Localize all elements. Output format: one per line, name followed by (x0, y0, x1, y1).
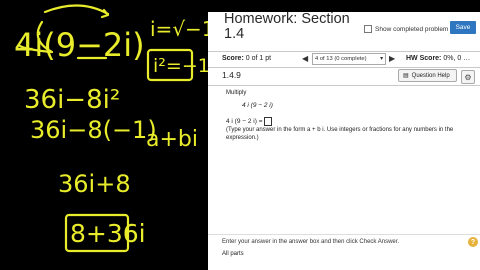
work-line-2: 36i−8i² (24, 85, 120, 115)
save-button[interactable]: Save (450, 21, 476, 34)
document-icon: ▤ (403, 73, 409, 79)
problem-expression: 4 i (9 − 2 i) (242, 102, 273, 109)
score: Score: 0 of 1 pt (222, 55, 271, 62)
next-question-icon[interactable]: ▶ (389, 54, 397, 64)
footer: Enter your answer in the answer box and … (208, 234, 480, 248)
hw-score-value: 0%, 0 … (443, 55, 471, 62)
hw-score: HW Score: 0%, 0 … (406, 55, 470, 62)
chevron-down-icon: ▾ (380, 56, 383, 62)
question-selector[interactable]: 4 of 13 (0 complete) ▾ (312, 53, 386, 65)
note-standard-form: a+bi (146, 127, 198, 152)
note-i-definition: i=√−1 (150, 17, 208, 41)
distribution-arc (43, 4, 110, 16)
gear-icon[interactable]: ⚙ (461, 70, 475, 84)
question-selector-value: 4 of 13 (0 complete) (315, 56, 367, 62)
homework-panel: Homework: Section 1.4 Show completed pro… (208, 12, 480, 270)
work-line-4: 36i+8 (58, 170, 131, 198)
question-help-button[interactable]: ▤ Question Help (398, 69, 457, 82)
previous-question-icon[interactable]: ◀ (302, 54, 310, 64)
checkbox-icon[interactable] (364, 25, 372, 33)
answer-prefix: 4 i (9 − 2 i) = (226, 118, 263, 125)
answer-format-instructions: (Type your answer in the form a + b i. U… (226, 127, 454, 141)
footer-instruction: Enter your answer in the answer box and … (222, 239, 400, 245)
note-i-squared: i²=−1 (153, 55, 208, 77)
help-icon[interactable]: ? (468, 237, 478, 247)
score-label: Score: (222, 55, 244, 62)
score-value: 0 of 1 pt (245, 55, 272, 62)
page-title: Homework: Section 1.4 (224, 12, 350, 42)
bottom-strip: All parts (208, 248, 480, 270)
answer-line: 4 i (9 − 2 i) = (226, 117, 272, 126)
handwritten-work: 4i(9−2i) 36i−8i² 36i−8(−1) 36i+8 8+36i i… (14, 4, 208, 253)
question-help-label: Question Help (411, 72, 450, 79)
show-completed-toggle[interactable]: Show completed problem (364, 25, 448, 33)
work-line-3: 36i−8(−1) (30, 116, 157, 144)
question-number: 1.4.9 (222, 70, 241, 80)
work-line-1: 4i(9−2i) (14, 26, 145, 64)
show-completed-label: Show completed problem (375, 25, 449, 33)
hw-score-label: HW Score: (406, 55, 442, 62)
score-bar: Score: 0 of 1 pt ◀ 4 of 13 (0 complete) … (208, 51, 480, 68)
final-answer: 8+36i (70, 219, 146, 248)
question-bar: 1.4.9 ▤ Question Help ⚙ (208, 67, 480, 86)
parts-label: All parts (222, 251, 244, 257)
answer-input[interactable] (263, 117, 272, 126)
whiteboard: 4i(9−2i) 36i−8i² 36i−8(−1) 36i+8 8+36i i… (0, 0, 208, 270)
problem-instruction: Multiply (226, 90, 247, 96)
